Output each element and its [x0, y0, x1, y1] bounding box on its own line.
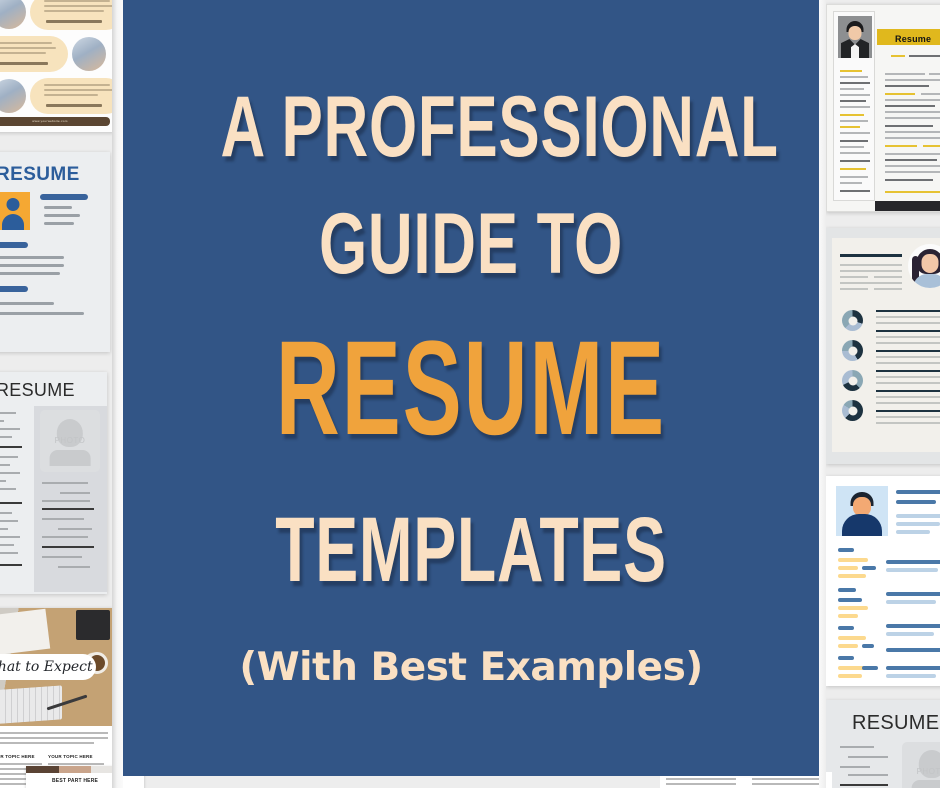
testimonial-avatar [0, 0, 26, 29]
testimonial-row [0, 0, 114, 32]
donut-chart [842, 310, 863, 331]
topic-heading: YOUR TOPIC HERE [0, 754, 35, 759]
thumbnail-testimonial-template[interactable]: www.yourwebsite.com [0, 0, 114, 132]
man-avatar [836, 486, 888, 536]
hero-panel: A PROFESSIONAL GUIDE TO RESUME TEMPLATES… [123, 0, 819, 776]
donut-chart [842, 340, 863, 361]
avatar-placeholder [0, 192, 30, 230]
testimonial-avatar [0, 79, 26, 113]
resume-banner-label: Resume [895, 34, 932, 44]
photo-placeholder-label: PHOTO [54, 436, 86, 446]
newsletter-heading: What to Expect [0, 659, 93, 675]
photo-placeholder-label: PHOTO [916, 767, 940, 777]
photo-placeholder: PHOTO [40, 410, 100, 472]
testimonial-card [0, 36, 68, 72]
thumbnail-blue-yellow-resume[interactable] [826, 476, 940, 686]
website-url: www.yourwebsite.com [32, 119, 68, 123]
right-panel-edge [819, 0, 826, 788]
photo-placeholder: PHOTO [902, 742, 940, 788]
thumbnail-blue-resume-template[interactable]: RESUME [0, 152, 110, 352]
thumbnail-grayscale-resume-2[interactable]: RESUME PHOTO [826, 700, 940, 788]
topic-heading: YOUR TOPIC HERE [48, 754, 93, 759]
left-panel-edge [112, 0, 123, 788]
resume-sheet [832, 238, 940, 452]
collage-background: www.yourwebsite.com RESUME RESUME PHOTO [0, 0, 940, 788]
hero-subtitle: (With Best Examples) [239, 645, 703, 690]
donut-chart [842, 400, 863, 421]
resume-side-column [833, 11, 875, 201]
brochure-heading: BEST PART HERE [52, 778, 99, 784]
title-highlight-resume: RESUME [275, 314, 667, 463]
thumbnail-charts-resume[interactable] [826, 228, 940, 464]
testimonial-card [30, 78, 114, 114]
thumbnail-what-to-expect-newsletter[interactable]: What to Expect YOUR TOPIC HERE YOUR TOPI… [0, 608, 114, 788]
resume-heading: RESUME [0, 164, 80, 185]
thumbnail-grayscale-resume[interactable]: RESUME PHOTO [0, 372, 107, 594]
thumbnail-yellow-banner-resume[interactable]: Resume [826, 4, 940, 212]
testimonial-row [0, 76, 114, 116]
resume-heading: RESUME [0, 380, 75, 400]
testimonial-footer-bar: www.yourwebsite.com [0, 117, 110, 126]
footer-bar [875, 201, 940, 211]
testimonial-card [30, 0, 114, 30]
title-line-1: A PROFESSIONAL [220, 79, 779, 175]
title-line-4: TEMPLATES [275, 499, 667, 601]
man-photo [838, 16, 872, 58]
resume-heading: RESUME [852, 712, 940, 734]
what-to-expect-pill: What to Expect [0, 654, 96, 680]
title-line-2: GUIDE TO [319, 196, 623, 292]
woman-avatar [908, 244, 940, 288]
testimonial-row [0, 34, 114, 74]
resume-banner: Resume [877, 29, 940, 45]
donut-chart [842, 370, 863, 391]
testimonial-avatar [72, 37, 106, 71]
